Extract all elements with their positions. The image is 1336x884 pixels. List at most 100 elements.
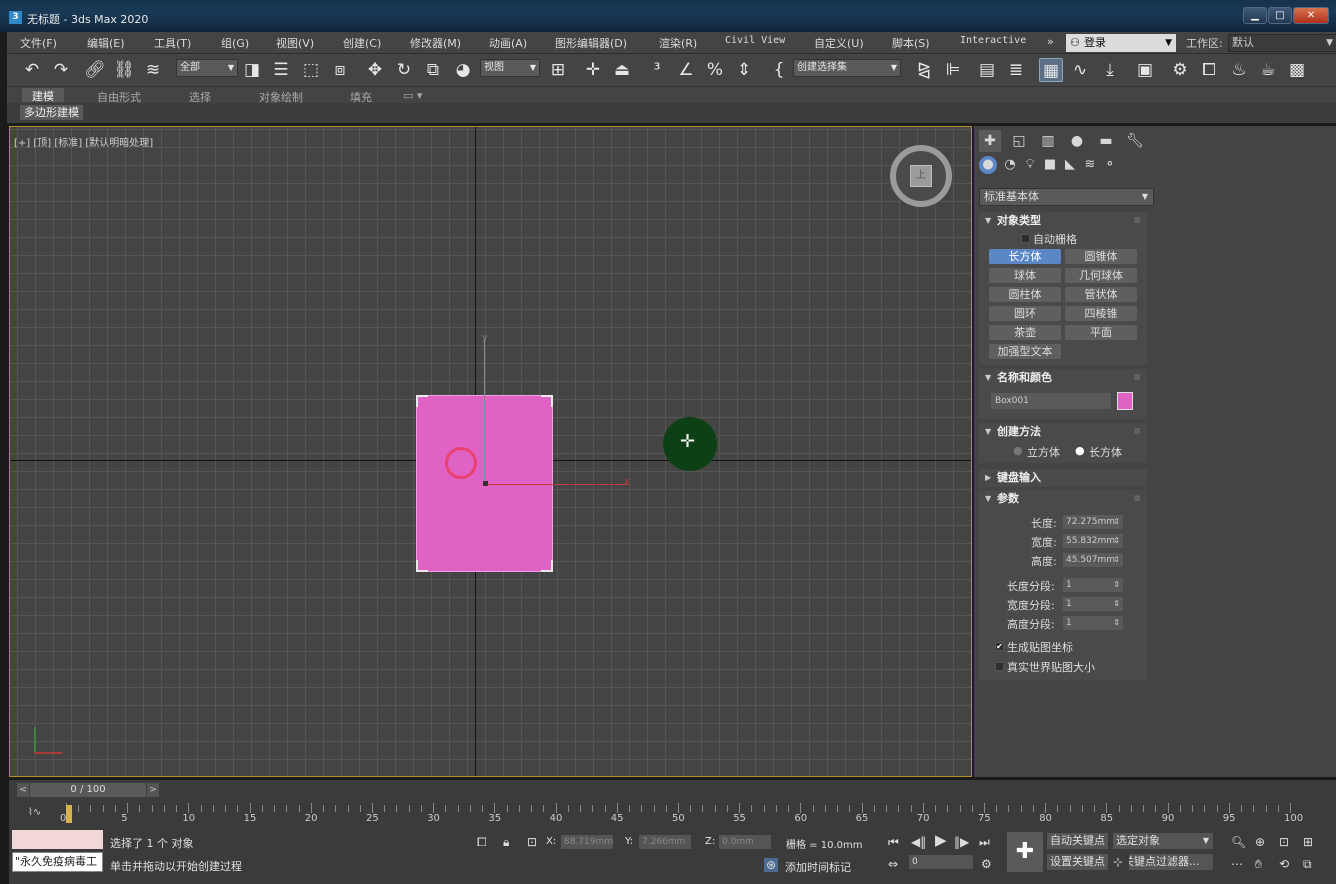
cylinder-button[interactable]: 圆柱体 [989,287,1061,302]
minimize-button[interactable]: ▁ [1243,7,1267,24]
percent-snap-icon[interactable]: % [703,58,727,82]
length-spinner[interactable]: 72.275mm ⇕ [1063,515,1123,529]
cameras-icon[interactable]: ■ [1040,156,1060,174]
link-icon[interactable]: 🔗︎ [83,58,107,82]
viewcube-face[interactable]: 上 [910,165,932,187]
time-slider-thumb[interactable]: 0 / 100 [30,783,146,797]
menu-edit[interactable]: 编辑(E) [87,35,125,51]
scale-icon[interactable]: ⧉ [421,58,445,82]
cone-button[interactable]: 圆锥体 [1065,249,1137,264]
selection-filter-dropdown[interactable]: 全部 ▼ [176,59,238,77]
isolate-selection-icon[interactable]: ⧠ [477,835,487,849]
autogrid-checkbox[interactable] [1021,234,1030,243]
absolute-mode-icon[interactable]: ⊡ [527,835,537,849]
close-button[interactable]: ✕ [1293,7,1329,24]
menu-tools[interactable]: 工具(T) [154,35,191,51]
render-setup-icon[interactable]: ⚙ [1168,58,1192,82]
object-name-input[interactable]: Box001 [991,393,1111,409]
height-spinner[interactable]: 45.507mm ⇕ [1063,553,1123,567]
height-segs-spinner[interactable]: 1 ⇕ [1063,616,1123,630]
viewport-label[interactable]: [+] [顶] [标准] [默认明暗处理] [14,134,153,149]
mirror-icon[interactable]: ⧎ [912,58,936,82]
set-key-button[interactable]: 设置关键点 [1047,854,1108,870]
workspace-dropdown[interactable]: 默认 ▼ [1228,34,1336,52]
radio-box[interactable]: ● [1075,444,1085,457]
gen-map-checkbox[interactable]: ✔ [995,642,1004,651]
layer-explorer-icon[interactable]: ≣ [1004,58,1028,82]
hierarchy-tab-icon[interactable]: ▥ [1037,130,1059,152]
tab-modeling[interactable]: 建模 [22,88,64,103]
space-warps-icon[interactable]: ≋ [1080,156,1100,174]
rect-selection-icon[interactable]: ⬚ [299,58,323,82]
menu-create[interactable]: 创建(C) [343,35,381,51]
torus-button[interactable]: 圆环 [989,306,1061,321]
goto-end-icon[interactable]: ⏭ [979,835,990,849]
curve-editor-icon[interactable]: ∿ [1068,58,1092,82]
spinner-arrows-icon[interactable]: ⇕ [1113,597,1120,611]
time-tag-icon[interactable]: ⊛ [764,858,779,872]
named-selection-dropdown[interactable]: 创建选择集 ▼ [793,59,901,77]
ribbon-toggle-icon[interactable]: ▦ [1039,58,1063,82]
fov-icon[interactable]: ⋯ [1231,857,1243,871]
move-icon[interactable]: ✥ [363,58,387,82]
spinner-arrows-icon[interactable]: ⇕ [1113,616,1120,630]
render-teapot-icon[interactable]: ♨ [1227,58,1251,82]
lights-icon[interactable]: 💡︎ [1020,156,1040,174]
maxscript-listener[interactable] [12,830,103,849]
bind-space-warp-icon[interactable]: ≋ [141,58,165,82]
spinner-arrows-icon[interactable]: ⇕ [1113,515,1120,529]
zoom-extents-icon[interactable]: ⊡ [1279,835,1289,849]
viewport-top[interactable]: [+] [顶] [标准] [默认明暗处理] y x 上 ✛ [9,126,972,777]
helpers-icon[interactable]: ◣ [1060,156,1080,174]
utilities-tab-icon[interactable]: 🔧︎ [1124,130,1146,152]
render-production-icon[interactable]: ☕︎ [1256,58,1280,82]
menu-customize[interactable]: 自定义(U) [814,35,864,51]
select-manipulate-icon[interactable]: ✛ [581,58,605,82]
play-icon[interactable]: ▶ [935,833,947,848]
tube-button[interactable]: 管状体 [1065,287,1137,302]
menu-rendering[interactable]: 渲染(R) [659,35,697,51]
prev-frame-icon[interactable]: < [17,783,29,797]
x-coordinate-field[interactable]: 88.719mm [561,835,613,849]
curve-editor-mini-icon[interactable]: ⌇∿ [28,807,41,818]
login-dropdown[interactable]: ⚇ 登录 ▼ [1066,34,1176,52]
next-frame-icon[interactable]: > [147,783,159,797]
menu-animation[interactable]: 动画(A) [489,35,527,51]
rollout-header[interactable]: ▼ 参数 ≡ [979,490,1147,508]
ribbon-options-icon[interactable]: ▭ ▾ [403,89,422,102]
key-selection-dropdown[interactable]: 选定对象 ▼ [1113,833,1213,849]
app-icon[interactable]: 3 [9,11,22,24]
pyramid-button[interactable]: 四棱锥 [1065,306,1137,321]
menu-graph-editors[interactable]: 图形编辑器(D) [555,35,627,51]
align-icon[interactable]: ⊫ [941,58,965,82]
keyboard-shortcut-icon[interactable]: ⏏ [610,58,634,82]
track-bar[interactable]: ⌇∿ 0 5 10 15 20 25 30 35 40 45 50 55 60 65 70 75 80 85 90 9… [9,801,1336,827]
width-segs-spinner[interactable]: 1 ⇕ [1063,597,1123,611]
goto-start-icon[interactable]: ⏮ [888,835,899,849]
maxscript-input[interactable]: "永久免疫病毒工 [12,852,103,872]
select-by-name-icon[interactable]: ☰ [269,58,293,82]
menu-scripting[interactable]: 脚本(S) [892,35,930,51]
key-filter-icon[interactable]: ⊹ [1113,855,1123,869]
y-coordinate-field[interactable]: 7.266mm [639,835,691,849]
lock-icon[interactable]: 🔒︎ [503,835,509,849]
spinner-arrows-icon[interactable]: ⇕ [1113,534,1120,548]
menu-overflow[interactable]: » [1047,35,1054,48]
shapes-icon[interactable]: ◔ [1000,156,1020,174]
material-editor-icon[interactable]: ▣ [1133,58,1157,82]
menu-modifiers[interactable]: 修改器(M) [410,35,461,51]
menu-file[interactable]: 文件(F) [20,35,57,51]
schematic-view-icon[interactable]: ⤓ [1098,58,1122,82]
teapot-button[interactable]: 茶壶 [989,325,1061,340]
edit-named-selection-icon[interactable]: { [767,58,791,82]
ref-coord-dropdown[interactable]: 视图 ▼ [480,59,540,77]
maximize-viewport-icon[interactable]: ⧉ [1303,857,1312,871]
key-filters-button[interactable]: 关键点过滤器... [1129,854,1213,870]
create-tab-icon[interactable]: ✚ [979,130,1001,152]
polygon-modeling-label[interactable]: 多边形建模 [20,105,83,120]
undo-icon[interactable]: ↶ [20,58,44,82]
plane-button[interactable]: 平面 [1065,325,1137,340]
angle-snap-icon[interactable]: ∠ [674,58,698,82]
viewcube[interactable]: 上 [890,145,952,207]
current-frame-field[interactable]: 0 [909,855,973,869]
